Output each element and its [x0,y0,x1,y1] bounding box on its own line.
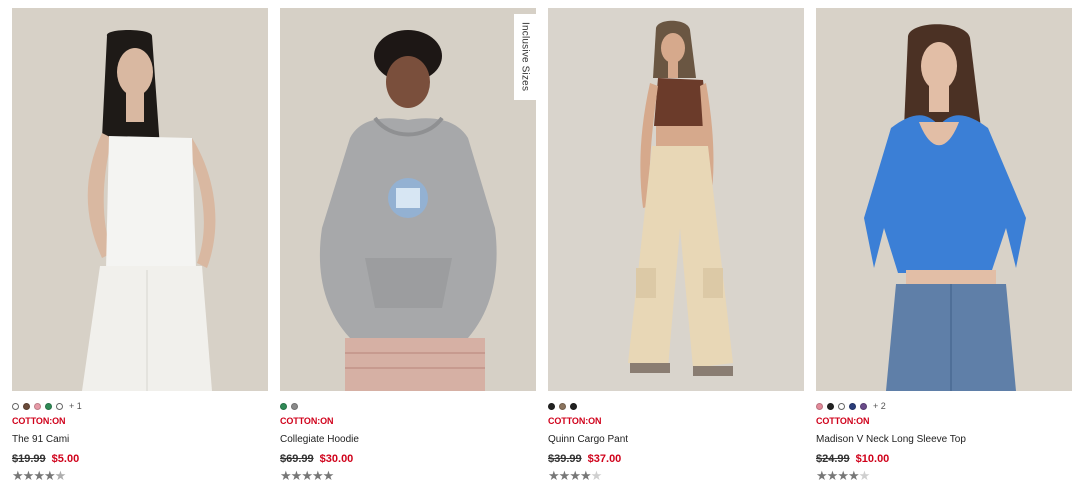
original-price: $19.99 [12,453,46,465]
color-swatch[interactable] [12,402,19,410]
original-price: $39.99 [548,453,582,465]
star-icon: ★ [22,468,35,483]
model-photo-long-sleeve-top [816,8,1072,391]
price-row: $19.99 $5.00 [12,453,268,465]
product-name[interactable]: Collegiate Hoodie [280,434,536,445]
star-icon: ★ [280,468,292,483]
product-card[interactable]: + 1 COTTON:ON The 91 Cami $19.99 $5.00 ★… [12,8,268,483]
star-icon: ★ [858,468,871,483]
star-icon: ★ [837,468,849,483]
star-icon: ★ [816,468,828,483]
price-row: $69.99 $30.00 [280,453,536,465]
price-row: $39.99 $37.00 [548,453,804,465]
color-swatch[interactable] [56,402,63,410]
brand-label: COTTON:ON [816,416,870,426]
product-image[interactable] [548,8,804,391]
rating-stars: ★★★★★ [12,469,268,483]
color-swatch[interactable] [827,402,834,410]
original-price: $24.99 [816,453,850,465]
color-swatch[interactable] [23,402,30,410]
star-icon: ★ [290,468,303,483]
star-icon: ★ [33,468,45,483]
star-icon: ★ [311,468,324,483]
color-swatch[interactable] [34,402,41,410]
color-swatch[interactable] [45,402,52,410]
sale-price: $37.00 [587,453,622,465]
model-photo-cargo-pant [548,8,804,391]
product-name[interactable]: Madison V Neck Long Sleeve Top [816,434,1072,445]
star-icon: ★ [569,468,581,483]
star-icon: ★ [558,468,571,483]
inclusive-sizes-tag: Inclusive Sizes [514,14,536,100]
color-swatch[interactable] [860,402,867,410]
sale-price: $5.00 [51,453,80,465]
model-photo-cami [12,8,268,391]
color-swatches [548,400,804,412]
star-icon: ★ [43,468,56,483]
product-image[interactable] [816,8,1072,391]
brand-label: COTTON:ON [280,416,334,426]
product-grid: + 1 COTTON:ON The 91 Cami $19.99 $5.00 ★… [0,0,1080,490]
color-swatches: + 2 [816,400,1072,412]
model-photo-hoodie [280,8,536,391]
star-icon: ★ [12,468,24,483]
product-image[interactable] [12,8,268,391]
more-colors-count[interactable]: + 2 [873,401,886,411]
product-card[interactable]: + 2 COTTON:ON Madison V Neck Long Sleeve… [816,8,1072,483]
product-card[interactable]: COTTON:ON Quinn Cargo Pant $39.99 $37.00… [548,8,804,483]
color-swatch[interactable] [849,402,856,410]
color-swatch[interactable] [570,402,577,410]
color-swatch[interactable] [559,402,566,410]
color-swatch[interactable] [291,402,298,410]
color-swatch[interactable] [548,402,555,410]
more-colors-count[interactable]: + 1 [69,401,82,411]
star-icon: ★ [548,468,560,483]
star-icon: ★ [54,468,67,483]
star-icon: ★ [579,468,592,483]
sale-price: $10.00 [855,453,890,465]
color-swatch[interactable] [838,402,845,410]
product-name[interactable]: The 91 Cami [12,434,268,445]
brand-label: COTTON:ON [12,416,66,426]
star-icon: ★ [590,468,603,483]
color-swatches: + 1 [12,400,268,412]
product-name[interactable]: Quinn Cargo Pant [548,434,804,445]
color-swatch[interactable] [280,402,287,410]
star-icon: ★ [301,468,313,483]
product-image[interactable]: Inclusive Sizes [280,8,536,391]
star-icon: ★ [322,468,335,483]
original-price: $69.99 [280,453,314,465]
rating-stars: ★★★★★ [548,469,804,483]
star-icon: ★ [847,468,860,483]
sale-price: $30.00 [319,453,354,465]
color-swatch[interactable] [816,402,823,410]
brand-label: COTTON:ON [548,416,602,426]
star-icon: ★ [826,468,839,483]
color-swatches [280,400,536,412]
rating-stars: ★★★★★ [816,469,1072,483]
rating-stars: ★★★★★ [280,469,536,483]
price-row: $24.99 $10.00 [816,453,1072,465]
product-card[interactable]: Inclusive Sizes COTTON:ON Collegiate Hoo… [280,8,536,483]
